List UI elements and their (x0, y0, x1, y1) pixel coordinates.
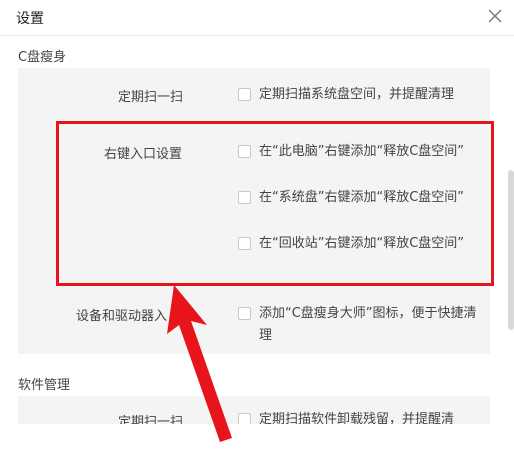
schedule-scan-checkbox[interactable] (238, 88, 251, 101)
dialog-title: 设置 (16, 11, 44, 27)
section-software-label: 软件管理 (18, 378, 71, 393)
row-schedule-label: 定期扫一扫 (118, 90, 184, 105)
scrollbar-thumb[interactable] (508, 170, 514, 330)
section-software-panel: 定期扫一扫 定期扫描软件卸载残留，并提醒清 (18, 396, 490, 424)
dialog-titlebar: 设置 (0, 0, 514, 36)
context-menu-option-this-pc[interactable]: 在“此电脑”右键添加“释放C盘空间” (238, 141, 478, 163)
devices-icon-option[interactable]: 添加“C盘瘦身大师”图标，便于快捷清理 (238, 303, 478, 347)
row-devices-label: 设备和驱动器入 (76, 309, 168, 324)
row-context-menu-label: 右键入口设置 (104, 147, 183, 162)
section-cdisk-label: C盘瘦身 (18, 50, 67, 65)
context-menu-option-recycle-bin[interactable]: 在“回收站”右键添加“释放C盘空间” (238, 233, 478, 255)
close-icon[interactable] (486, 7, 504, 25)
system-disk-checkbox[interactable] (238, 191, 251, 204)
context-menu-option-system-disk[interactable]: 在“系统盘”右键添加“释放C盘空间” (238, 187, 478, 209)
software-row-schedule-label: 定期扫一扫 (118, 415, 184, 424)
recycle-bin-checkbox[interactable] (238, 237, 251, 250)
section-cdisk-panel: 定期扫一扫 定期扫描系统盘空间，并提醒清理 右键入口设置 在“此电脑”右键添加“… (18, 68, 490, 354)
schedule-scan-option[interactable]: 定期扫描系统盘空间，并提醒清理 (238, 84, 478, 106)
devices-icon-checkbox[interactable] (238, 307, 251, 320)
software-schedule-checkbox[interactable] (238, 413, 251, 424)
this-pc-checkbox[interactable] (238, 145, 251, 158)
software-schedule-option[interactable]: 定期扫描软件卸载残留，并提醒清 (238, 409, 478, 424)
